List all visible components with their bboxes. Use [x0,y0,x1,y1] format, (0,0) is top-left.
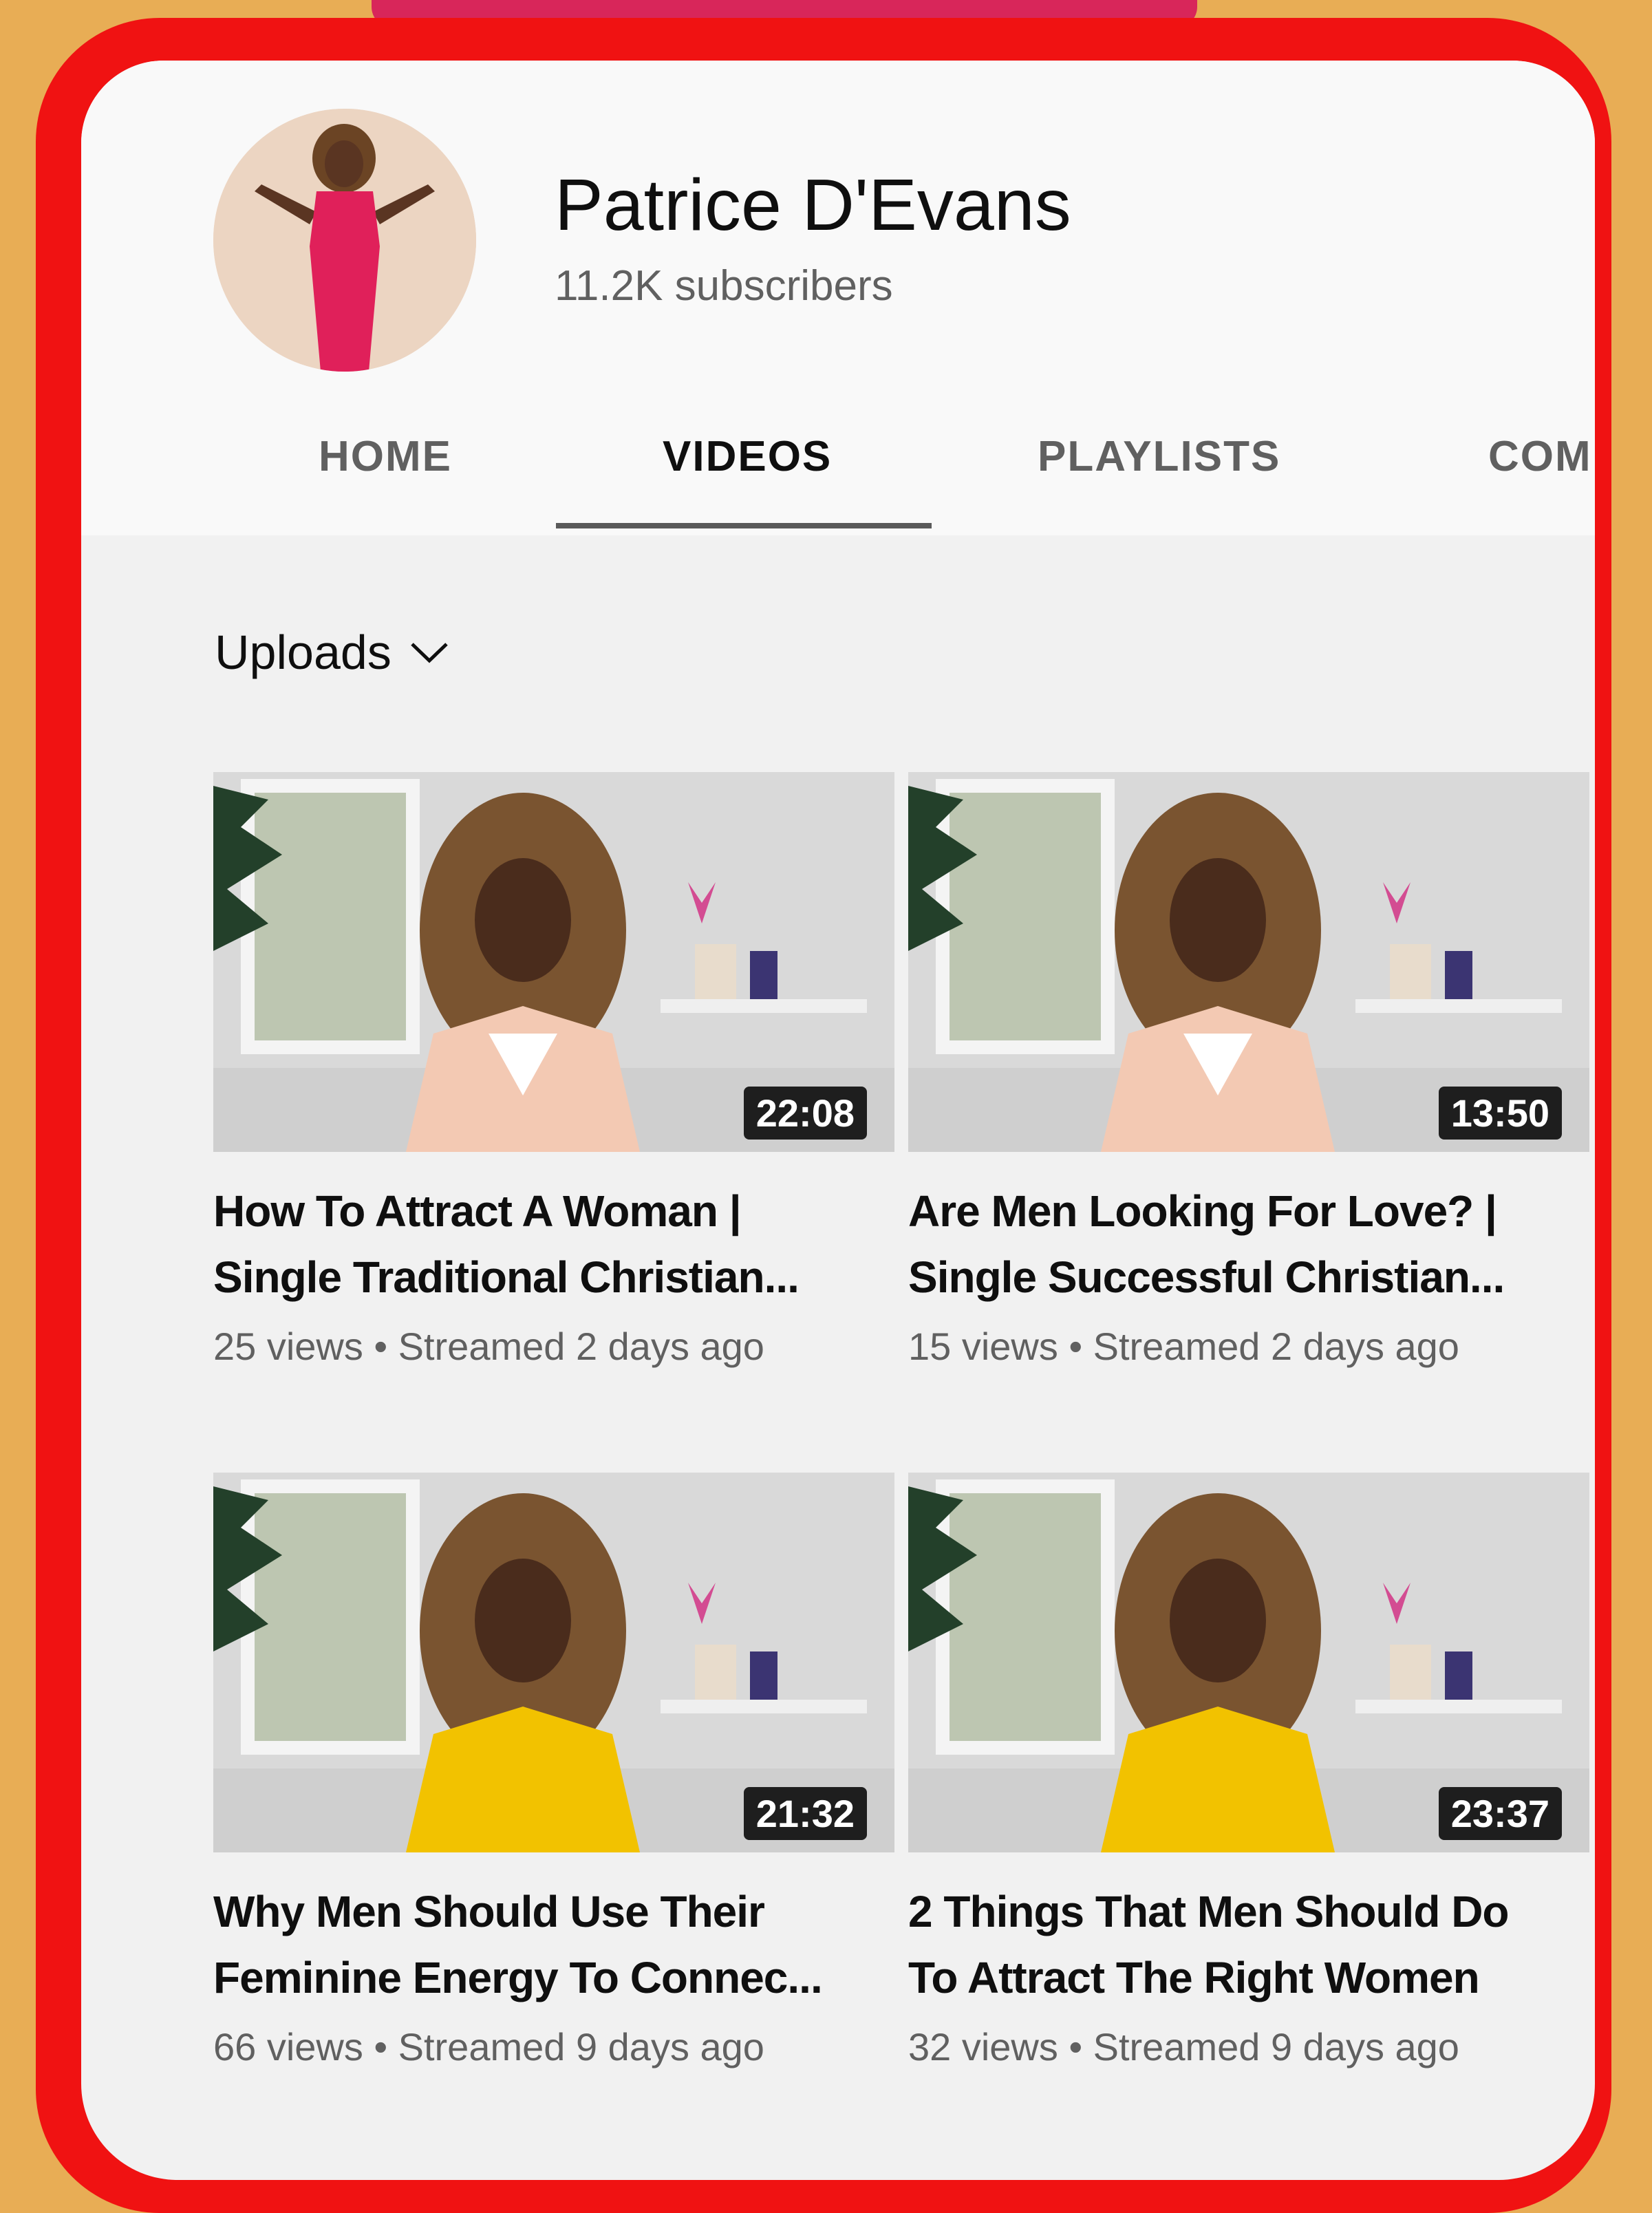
title-line-2: Single Traditional Christian... [213,1252,800,1302]
tab-playlists[interactable]: PLAYLISTS [1038,432,1280,481]
title-line-2: Single Successful Christian... [908,1252,1505,1302]
video-thumbnail[interactable]: 21:32 [213,1473,894,1852]
stream-date: Streamed 2 days ago [1093,1325,1459,1368]
subscriber-count: 11.2K subscribers [555,262,893,310]
title-line-2: Feminine Energy To Connec... [213,1953,823,2002]
video-card[interactable]: 13:50 Are Men Looking For Love? | Single… [908,772,1589,1369]
view-count: 66 views [213,2025,363,2068]
view-count: 15 views [908,1325,1058,1368]
tab-home[interactable]: HOME [319,432,452,481]
avatar[interactable] [213,109,476,372]
video-title[interactable]: Are Men Looking For Love? | Single Succe… [908,1178,1589,1310]
duration-badge: 22:08 [743,1087,867,1140]
separator: • [1069,2025,1083,2068]
duration-badge: 13:50 [1438,1087,1562,1140]
video-title[interactable]: How To Attract A Woman | Single Traditio… [213,1178,894,1310]
view-count: 32 views [908,2025,1058,2068]
view-count: 25 views [213,1325,363,1368]
video-meta: 15 views • Streamed 2 days ago [908,1324,1589,1369]
video-thumbnail[interactable]: 13:50 [908,772,1589,1152]
video-meta: 25 views • Streamed 2 days ago [213,1324,894,1369]
video-card[interactable]: 22:08 How To Attract A Woman | Single Tr… [213,772,894,1369]
avatar-image [213,109,476,372]
title-line-1: Are Men Looking For Love? | [908,1186,1497,1236]
separator: • [374,2025,388,2068]
uploads-dropdown[interactable]: Uploads [215,625,451,680]
active-tab-indicator [556,523,932,528]
title-line-1: Why Men Should Use Their [213,1887,765,1936]
video-card[interactable]: 21:32 Why Men Should Use Their Feminine … [213,1473,894,2069]
channel-header: Patrice D'Evans 11.2K subscribers HOME V… [81,61,1595,535]
channel-name: Patrice D'Evans [555,164,1071,246]
video-title[interactable]: 2 Things That Men Should Do To Attract T… [908,1879,1589,2011]
chevron-down-icon [411,643,448,663]
video-title[interactable]: Why Men Should Use Their Feminine Energy… [213,1879,894,2011]
channel-page: Patrice D'Evans 11.2K subscribers HOME V… [81,61,1595,2180]
video-thumbnail[interactable]: 22:08 [213,772,894,1152]
duration-badge: 21:32 [743,1787,867,1840]
title-line-1: How To Attract A Woman | [213,1186,742,1236]
video-meta: 32 views • Streamed 9 days ago [908,2024,1589,2069]
tab-community[interactable]: COM [1488,432,1592,481]
stream-date: Streamed 9 days ago [398,2025,764,2068]
title-line-1: 2 Things That Men Should Do [908,1887,1510,1936]
video-meta: 66 views • Streamed 9 days ago [213,2024,894,2069]
duration-badge: 23:37 [1438,1787,1562,1840]
video-thumbnail[interactable]: 23:37 [908,1473,1589,1852]
tab-videos[interactable]: VIDEOS [663,432,832,481]
uploads-label: Uploads [215,626,391,679]
stream-date: Streamed 2 days ago [398,1325,764,1368]
title-line-2: To Attract The Right Women [908,1953,1480,2002]
separator: • [1069,1325,1083,1368]
stream-date: Streamed 9 days ago [1093,2025,1459,2068]
video-card[interactable]: 23:37 2 Things That Men Should Do To Att… [908,1473,1589,2069]
separator: • [374,1325,388,1368]
